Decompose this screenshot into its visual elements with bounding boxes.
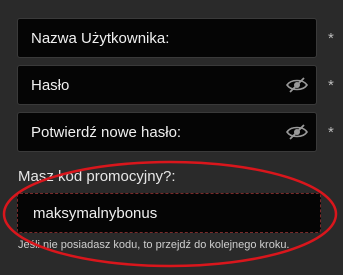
password-required-mark: * (328, 77, 334, 94)
promo-code-label: Masz kod promocyjny?: (18, 168, 176, 185)
username-required-mark: * (328, 30, 334, 47)
eye-slash-icon[interactable] (286, 124, 308, 140)
eye-slash-icon[interactable] (286, 77, 308, 93)
promo-code-hint: Jeśli nie posiadasz kodu, to przejdź do … (18, 239, 290, 251)
username-field[interactable]: Nazwa Użytkownika: (17, 18, 317, 58)
confirm-password-placeholder: Potwierdź nowe hasło: (31, 123, 182, 141)
username-placeholder: Nazwa Użytkownika: (31, 29, 170, 47)
promo-code-value: maksymalnybonus (33, 204, 158, 222)
confirm-password-field[interactable]: Potwierdź nowe hasło: (17, 112, 317, 152)
promo-code-input[interactable]: maksymalnybonus (17, 193, 321, 233)
confirm-password-required-mark: * (328, 124, 334, 141)
password-field[interactable]: Hasło (17, 65, 317, 105)
password-placeholder: Hasło (31, 76, 70, 94)
